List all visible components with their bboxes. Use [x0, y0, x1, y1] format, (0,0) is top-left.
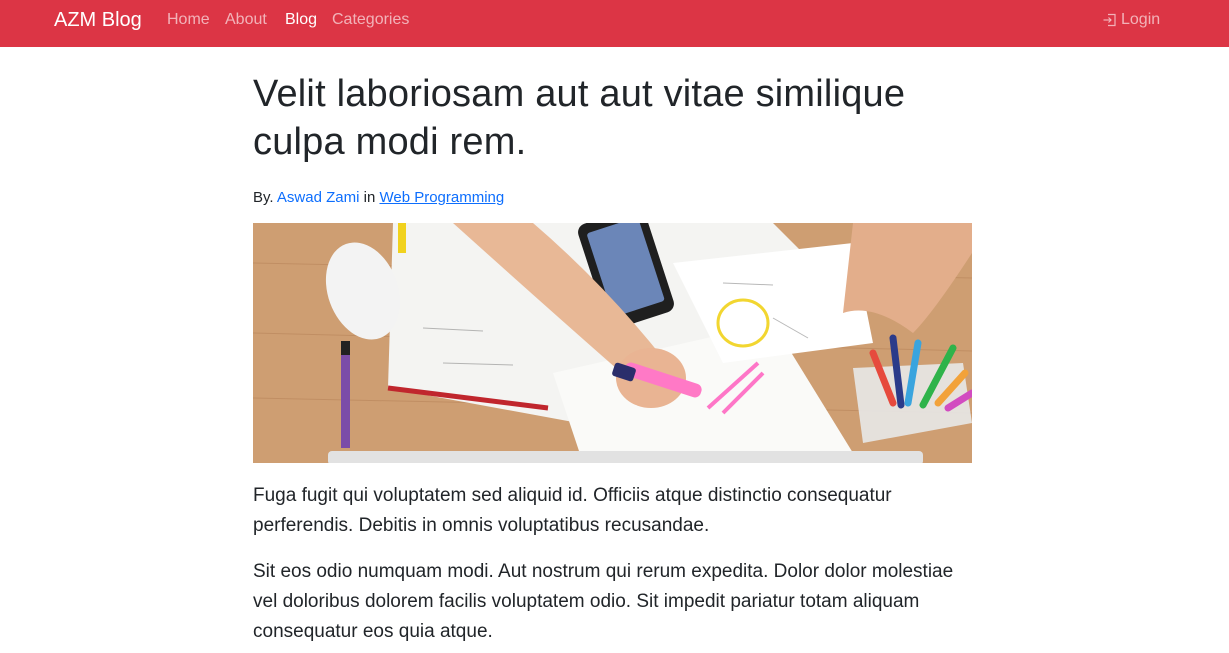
login-link[interactable]: Login [1102, 10, 1160, 30]
post-title: Velit laboriosam aut aut vitae similique… [253, 73, 906, 163]
meta-prefix: By. [253, 189, 274, 206]
navbar: AZM Blog Home About Blog Categories Logi… [0, 0, 1229, 47]
meta-in: in [363, 189, 376, 206]
brand-link[interactable]: AZM Blog [54, 8, 142, 32]
post-paragraph: Fuga fugit qui voluptatem sed aliquid id… [253, 485, 892, 536]
category-link[interactable]: Web Programming [379, 189, 504, 206]
nav-link-about[interactable]: About [225, 10, 267, 30]
blog-post: Velit laboriosam aut aut vitae similique… [253, 70, 972, 208]
nav-link-blog[interactable]: Blog [285, 10, 317, 30]
post-body: Fuga fugit qui voluptatem sed aliquid id… [253, 481, 972, 653]
login-label: Login [1121, 11, 1161, 28]
post-paragraph: Sit eos odio numquam modi. Aut nostrum q… [253, 561, 954, 642]
post-image [253, 223, 972, 463]
box-arrow-in-right-icon [1102, 12, 1118, 28]
nav-link-home[interactable]: Home [167, 10, 210, 30]
author-link[interactable]: Aswad Zami [277, 189, 360, 206]
nav-link-categories[interactable]: Categories [332, 10, 409, 30]
post-meta: By. Aswad Zami in Web Programming [253, 188, 972, 208]
